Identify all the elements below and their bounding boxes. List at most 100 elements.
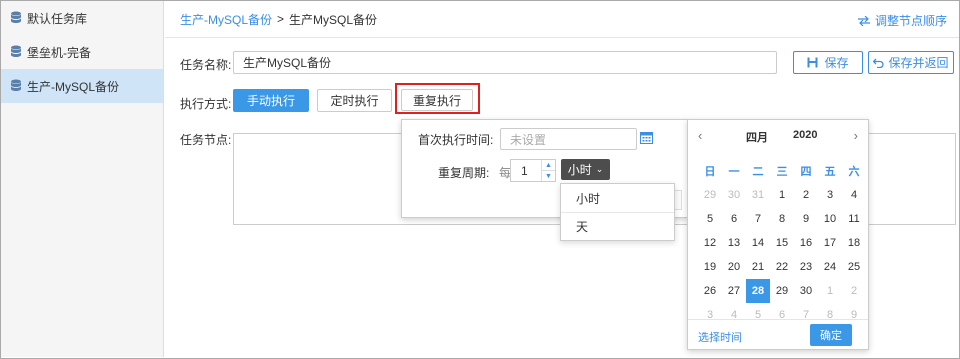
decrement-icon[interactable]: ▼ bbox=[542, 170, 555, 181]
calendar-day[interactable]: 26 bbox=[698, 279, 722, 303]
weekday-header: 三 bbox=[776, 166, 788, 178]
return-icon bbox=[873, 58, 885, 68]
save-icon bbox=[807, 57, 818, 68]
calendar-day[interactable]: 18 bbox=[842, 231, 866, 255]
calendar-day[interactable]: 22 bbox=[770, 255, 794, 279]
year-label[interactable]: 2020 bbox=[793, 129, 817, 141]
reorder-nodes-button[interactable]: 调整节点顺序 bbox=[857, 12, 947, 29]
period-label: 重复周期: bbox=[438, 166, 490, 180]
calendar-day-selected[interactable]: 28 bbox=[746, 279, 770, 303]
first-exec-label: 首次执行时间: bbox=[418, 133, 494, 147]
save-and-return-label: 保存并返回 bbox=[888, 56, 949, 70]
next-month-icon[interactable]: › bbox=[854, 128, 858, 143]
unit-option-hour[interactable]: 小时 bbox=[561, 184, 674, 212]
calendar-day[interactable]: 17 bbox=[818, 231, 842, 255]
sidebar-item-mysql-backup[interactable]: 生产-MySQL备份 bbox=[1, 69, 163, 103]
calendar-day[interactable]: 11 bbox=[842, 207, 866, 231]
calendar-icon[interactable] bbox=[640, 131, 653, 144]
chevron-down-icon: ⌄ bbox=[595, 164, 604, 174]
confirm-button[interactable]: 确定 bbox=[810, 324, 852, 346]
select-time-link[interactable]: 选择时间 bbox=[698, 329, 742, 345]
calendar-day[interactable]: 9 bbox=[794, 207, 818, 231]
month-label[interactable]: 四月 bbox=[746, 129, 768, 145]
calendar-day[interactable]: 16 bbox=[794, 231, 818, 255]
calendar-day[interactable]: 1 bbox=[818, 279, 842, 303]
calendar-day[interactable]: 1 bbox=[770, 183, 794, 207]
period-unit-value: 小时 bbox=[567, 163, 592, 177]
save-and-return-button[interactable]: 保存并返回 bbox=[868, 51, 954, 74]
prev-month-icon[interactable]: ‹ bbox=[698, 128, 702, 143]
calendar-day[interactable]: 2 bbox=[842, 279, 866, 303]
calendar-day[interactable]: 23 bbox=[794, 255, 818, 279]
first-exec-placeholder: 未设置 bbox=[510, 132, 547, 147]
exec-mode-label: 执行方式: bbox=[180, 97, 232, 111]
date-picker-footer: 选择时间 确定 bbox=[688, 319, 868, 349]
sidebar-item-bastion[interactable]: 堡垒机-完备 bbox=[1, 35, 163, 69]
calendar-day[interactable]: 15 bbox=[770, 231, 794, 255]
breadcrumb-current: 生产MySQL备份 bbox=[289, 12, 378, 27]
period-stepper[interactable]: 1 ▲ ▼ bbox=[510, 159, 556, 182]
weekday-header: 二 bbox=[752, 166, 764, 178]
reorder-nodes-label: 调整节点顺序 bbox=[874, 14, 947, 28]
date-picker-header: ‹ 四月 2020 › bbox=[688, 120, 868, 152]
manual-exec-label: 手动执行 bbox=[246, 94, 295, 108]
breadcrumb-separator: > bbox=[277, 12, 285, 26]
calendar-day[interactable]: 13 bbox=[722, 231, 746, 255]
calendar-day[interactable]: 8 bbox=[770, 207, 794, 231]
first-exec-input[interactable]: 未设置 bbox=[500, 128, 637, 150]
calendar-day[interactable]: 25 bbox=[842, 255, 866, 279]
calendar-day[interactable]: 14 bbox=[746, 231, 770, 255]
calendar-day[interactable]: 2 bbox=[794, 183, 818, 207]
calendar-day[interactable]: 29 bbox=[698, 183, 722, 207]
period-unit-select[interactable]: 小时 ⌄ bbox=[561, 159, 610, 180]
period-value: 1 bbox=[521, 163, 528, 178]
sidebar-item-default[interactable]: 默认任务库 bbox=[1, 1, 163, 35]
database-icon bbox=[11, 45, 21, 57]
calendar-day[interactable]: 24 bbox=[818, 255, 842, 279]
calendar-day[interactable]: 3 bbox=[818, 183, 842, 207]
database-icon bbox=[11, 79, 21, 91]
unit-option-day[interactable]: 天 bbox=[561, 212, 674, 240]
calendar-day[interactable]: 19 bbox=[698, 255, 722, 279]
weekday-header: 五 bbox=[824, 166, 836, 178]
calendar-day[interactable]: 12 bbox=[698, 231, 722, 255]
calendar-day[interactable]: 6 bbox=[722, 207, 746, 231]
manual-exec-button[interactable]: 手动执行 bbox=[233, 89, 309, 112]
calendar-day[interactable]: 10 bbox=[818, 207, 842, 231]
calendar-day[interactable]: 5 bbox=[698, 207, 722, 231]
scheduled-exec-button[interactable]: 定时执行 bbox=[317, 89, 392, 112]
calendar-day[interactable]: 31 bbox=[746, 183, 770, 207]
weekday-header: 一 bbox=[728, 166, 740, 178]
date-picker: ‹ 四月 2020 › 日一二三四五六 29 30 31 1 2 3 4 5 6 7 8 9 10 11 12… bbox=[687, 119, 869, 350]
calendar-day[interactable]: 21 bbox=[746, 255, 770, 279]
sidebar-item-label: 默认任务库 bbox=[27, 11, 88, 26]
calendar-grid: 日一二三四五六 29 30 31 1 2 3 4 5 6 7 8 9 10 11 12 13 14 15 16 17 18… bbox=[698, 159, 866, 327]
swap-icon bbox=[857, 15, 870, 26]
scheduled-exec-label: 定时执行 bbox=[330, 94, 379, 108]
database-icon bbox=[11, 11, 21, 23]
confirm-label: 确定 bbox=[820, 330, 842, 342]
breadcrumb-parent-link[interactable]: 生产-MySQL备份 bbox=[180, 11, 272, 28]
calendar-day[interactable]: 4 bbox=[842, 183, 866, 207]
stepper-arrows: ▲ ▼ bbox=[541, 160, 555, 181]
highlight-annotation bbox=[395, 83, 480, 114]
task-name-input[interactable]: 生产MySQL备份 bbox=[233, 51, 777, 74]
calendar-day[interactable]: 7 bbox=[746, 207, 770, 231]
task-nodes-label: 任务节点: bbox=[180, 133, 232, 147]
breadcrumb: 生产-MySQL备份 > 生产MySQL备份 调整节点顺序 bbox=[165, 1, 959, 38]
sidebar-item-label: 堡垒机-完备 bbox=[27, 45, 91, 60]
calendar-day[interactable]: 27 bbox=[722, 279, 746, 303]
calendar-day[interactable]: 20 bbox=[722, 255, 746, 279]
period-unit-menu: 小时 天 bbox=[560, 183, 675, 241]
weekday-header: 六 bbox=[848, 166, 860, 178]
task-name-value: 生产MySQL备份 bbox=[243, 56, 332, 70]
calendar-day[interactable]: 29 bbox=[770, 279, 794, 303]
increment-icon[interactable]: ▲ bbox=[542, 160, 555, 170]
calendar-day[interactable]: 30 bbox=[794, 279, 818, 303]
save-button[interactable]: 保存 bbox=[793, 51, 863, 74]
calendar-day[interactable]: 30 bbox=[722, 183, 746, 207]
task-name-label: 任务名称: bbox=[180, 58, 232, 72]
save-label: 保存 bbox=[824, 56, 849, 70]
weekday-header: 四 bbox=[800, 166, 812, 178]
sidebar: 默认任务库 堡垒机-完备 生产-MySQL备份 bbox=[1, 1, 164, 357]
